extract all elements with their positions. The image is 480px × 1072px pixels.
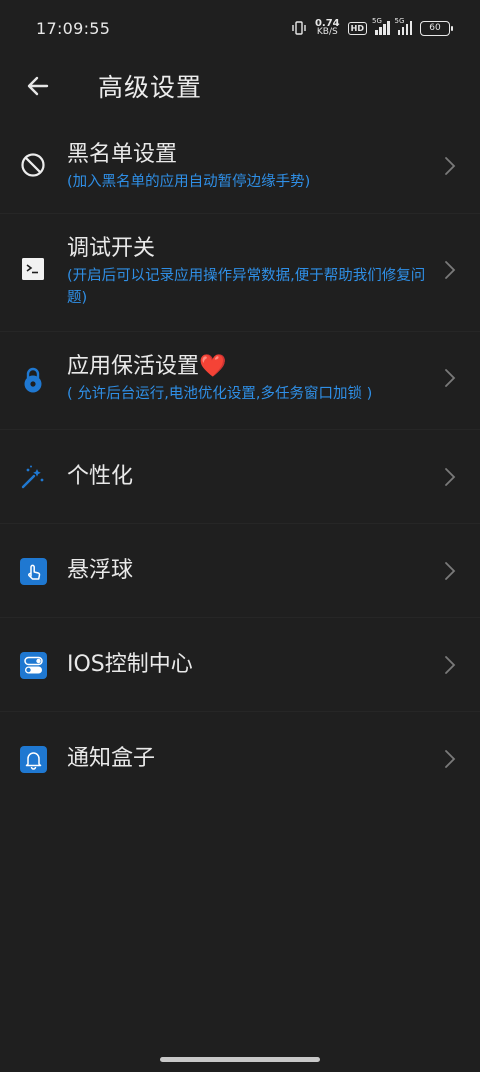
item-title: IOS控制中心 bbox=[67, 652, 193, 677]
chevron-right-icon bbox=[445, 656, 456, 674]
magic-wand-icon bbox=[19, 463, 47, 491]
vibrate-icon bbox=[292, 21, 306, 35]
home-indicator[interactable] bbox=[160, 1057, 320, 1062]
touch-icon bbox=[19, 557, 47, 585]
signal-2-label: 5G bbox=[394, 17, 405, 25]
network-speed-unit: KB/S bbox=[316, 27, 338, 37]
app-header: 高级设置 bbox=[0, 56, 480, 116]
list-item-floating-ball[interactable]: 悬浮球 bbox=[0, 524, 480, 618]
item-title: 个性化 bbox=[67, 464, 134, 489]
list-item-debug[interactable]: 调试开关 (开启后可以记录应用操作异常数据,便于帮助我们修复问题) bbox=[0, 214, 480, 332]
chevron-right-icon bbox=[445, 750, 456, 768]
lock-icon bbox=[19, 366, 47, 394]
chevron-right-icon bbox=[445, 157, 456, 175]
item-subtitle: (开启后可以记录应用操作异常数据,便于帮助我们修复问题) bbox=[67, 268, 426, 306]
status-bar: 17:09:55 0.74 KB/S HD 5G 5G 60 bbox=[0, 0, 480, 56]
hd-badge: HD bbox=[347, 21, 367, 35]
chevron-right-icon bbox=[445, 261, 456, 279]
item-title: 黑名单设置 bbox=[67, 142, 178, 167]
block-icon bbox=[19, 151, 47, 179]
list-item-personalization[interactable]: 个性化 bbox=[0, 430, 480, 524]
signal-icon-1: 5G bbox=[372, 17, 390, 35]
battery-level: 60 bbox=[429, 23, 441, 33]
battery-icon: 60 bbox=[420, 20, 453, 36]
settings-list: 黑名单设置 (加入黑名单的应用自动暂停边缘手势) 调试开关 (开启后可以记录应用… bbox=[0, 118, 480, 806]
item-title: 悬浮球 bbox=[67, 558, 134, 583]
item-title: 通知盒子 bbox=[67, 746, 156, 771]
list-item-ios-control-center[interactable]: IOS控制中心 bbox=[0, 618, 480, 712]
bell-icon bbox=[19, 745, 47, 773]
item-subtitle: (加入黑名单的应用自动暂停边缘手势) bbox=[67, 174, 311, 190]
page-title: 高级设置 bbox=[98, 73, 203, 102]
item-subtitle: ( 允许后台运行,电池优化设置,多任务窗口加锁 ) bbox=[67, 386, 373, 402]
status-time: 17:09:55 bbox=[36, 18, 111, 38]
item-title: 应用保活设置❤️ bbox=[67, 354, 227, 379]
list-item-keep-alive[interactable]: 应用保活设置❤️ ( 允许后台运行,电池优化设置,多任务窗口加锁 ) bbox=[0, 332, 480, 430]
chevron-right-icon bbox=[445, 468, 456, 486]
back-button[interactable] bbox=[14, 62, 62, 110]
network-speed: 0.74 KB/S bbox=[315, 19, 340, 37]
list-item-blacklist[interactable]: 黑名单设置 (加入黑名单的应用自动暂停边缘手势) bbox=[0, 118, 480, 214]
signal-1-label: 5G bbox=[372, 17, 382, 25]
signal-icon-2: 5G bbox=[395, 17, 412, 35]
item-title: 调试开关 bbox=[67, 236, 156, 261]
toggle-icon bbox=[19, 651, 47, 679]
chevron-right-icon bbox=[445, 562, 456, 580]
status-icons: 0.74 KB/S HD 5G 5G 60 bbox=[291, 17, 453, 37]
chevron-right-icon bbox=[445, 369, 456, 387]
arrow-left-icon bbox=[27, 76, 49, 96]
list-item-notification-box[interactable]: 通知盒子 bbox=[0, 712, 480, 806]
terminal-icon bbox=[19, 255, 47, 283]
